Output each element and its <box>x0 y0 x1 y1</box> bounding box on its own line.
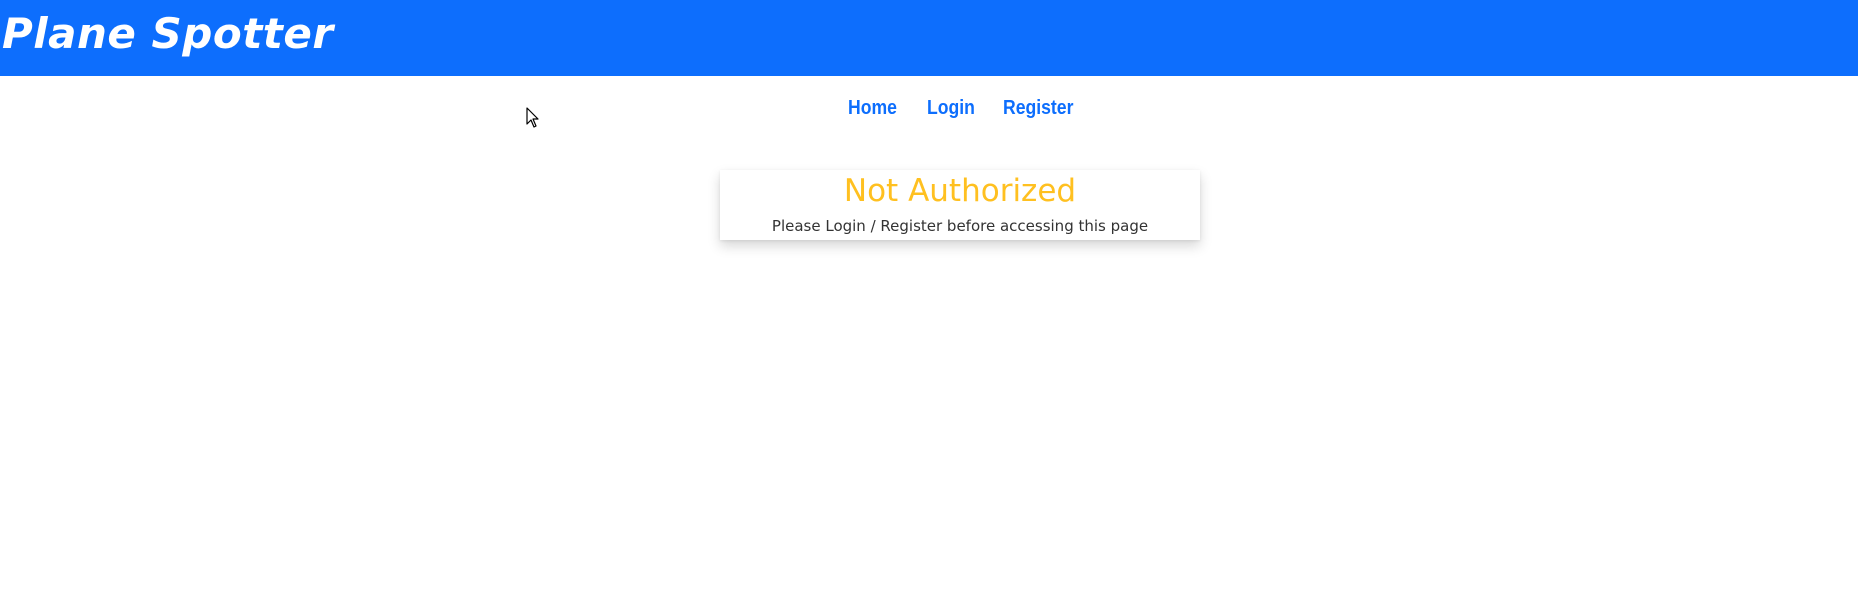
not-authorized-heading: Not Authorized <box>843 173 1077 209</box>
not-authorized-card: Not Authorized Please Login / Register b… <box>720 170 1200 240</box>
nav-link-login[interactable]: Login <box>927 94 975 122</box>
mouse-pointer-icon <box>526 107 539 128</box>
nav-link-register[interactable]: Register <box>1003 94 1073 122</box>
site-brand-title[interactable]: Plane Spotter <box>2 8 334 60</box>
main-navigation: Home Login Register <box>0 94 1858 122</box>
nav-link-home[interactable]: Home <box>848 94 897 122</box>
login-required-message: Please Login / Register before accessing… <box>771 217 1149 235</box>
top-header-bar: Plane Spotter <box>0 0 1858 76</box>
